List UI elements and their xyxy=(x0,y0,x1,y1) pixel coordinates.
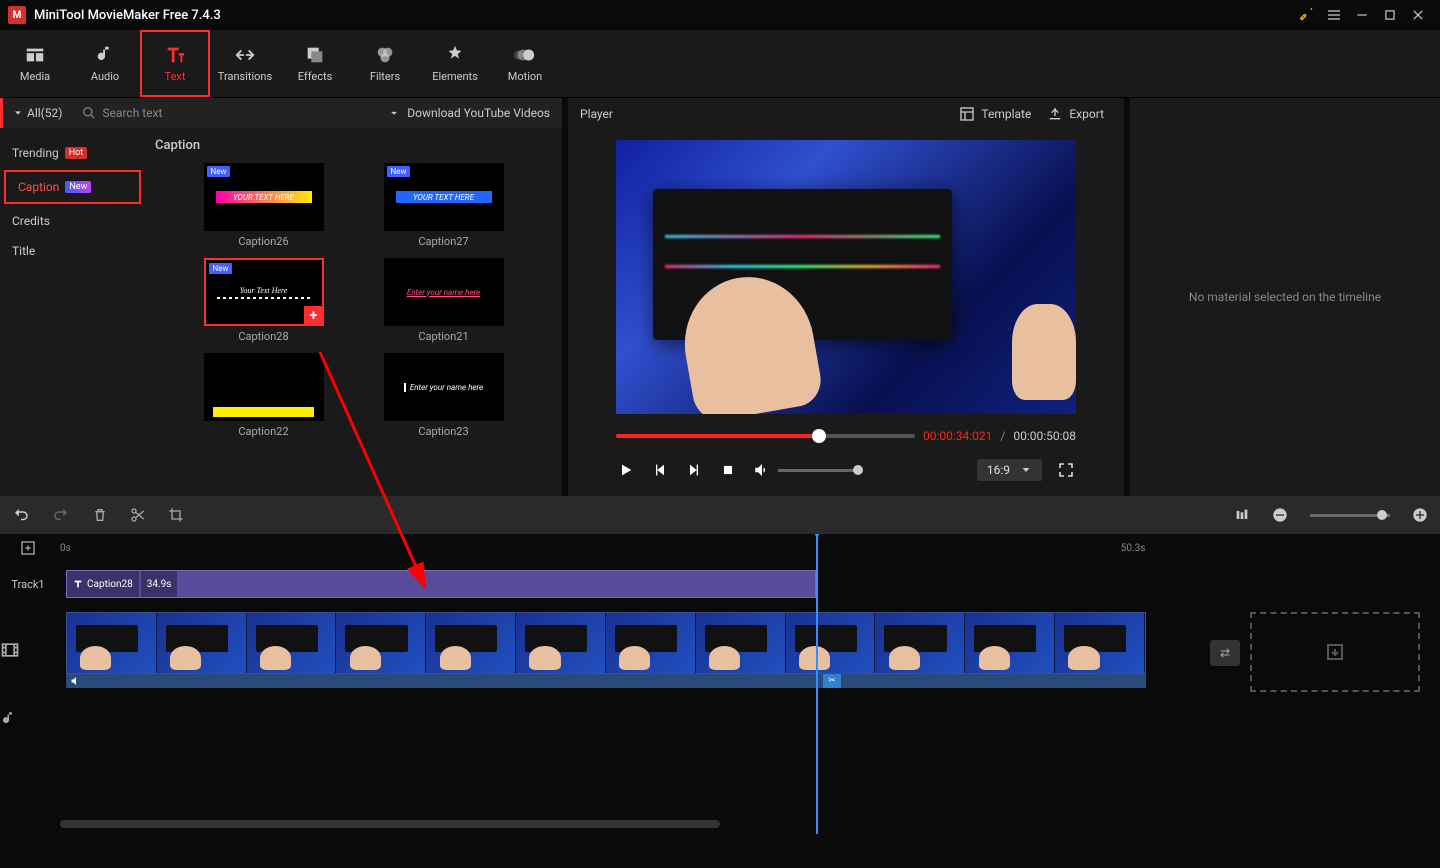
tool-elements[interactable]: Elements xyxy=(420,30,490,97)
menu-icon[interactable] xyxy=(1320,1,1348,29)
properties-panel: No material selected on the timeline xyxy=(1130,98,1440,496)
category-list: TrendingHot CaptionNew Credits Title xyxy=(0,128,145,496)
category-title[interactable]: Title xyxy=(0,236,145,266)
timeline-tick-end: 50.3s xyxy=(1121,543,1146,554)
video-clip[interactable]: ✂ xyxy=(66,612,1146,688)
minimize-button[interactable] xyxy=(1348,1,1376,29)
crop-button[interactable] xyxy=(168,507,184,523)
text-library-panel: All(52) Search text Download YouTube Vid… xyxy=(0,98,562,496)
thumbnails-area: Caption New YOUR TEXT HERE Caption26 New… xyxy=(145,128,562,496)
current-time: 00:00:34:021 xyxy=(923,429,992,443)
thumb-caption27[interactable]: New YOUR TEXT HERE xyxy=(384,163,504,231)
auto-fit-button[interactable] xyxy=(1234,507,1250,523)
maximize-button[interactable] xyxy=(1376,1,1404,29)
title-bar: M MiniTool MovieMaker Free 7.4.3 xyxy=(0,0,1440,30)
download-youtube-button[interactable]: Download YouTube Videos xyxy=(375,106,562,120)
audio-track-icon xyxy=(0,710,56,728)
tool-motion[interactable]: Motion xyxy=(490,30,560,97)
delete-button[interactable] xyxy=(92,507,108,523)
add-to-timeline-button[interactable]: + xyxy=(304,306,324,326)
drop-zone[interactable] xyxy=(1250,612,1420,692)
key-icon[interactable] xyxy=(1292,1,1320,29)
undo-button[interactable] xyxy=(12,506,30,524)
timeline-scrollbar[interactable] xyxy=(60,820,720,828)
tool-media[interactable]: Media xyxy=(0,30,70,97)
category-trending[interactable]: TrendingHot xyxy=(0,138,145,168)
video-preview[interactable]: › xyxy=(616,140,1076,414)
next-button[interactable] xyxy=(684,460,704,480)
video-track-icon xyxy=(0,640,56,660)
main-toolbar: Media Audio Text Transitions Effects Fil… xyxy=(0,30,1440,98)
no-selection-text: No material selected on the timeline xyxy=(1189,290,1381,304)
fullscreen-button[interactable] xyxy=(1056,460,1076,480)
track1-label: Track1 xyxy=(0,578,56,591)
template-button[interactable]: Template xyxy=(951,102,1039,126)
playback-scrubber[interactable]: 00:00:34:021 / 00:00:50:08 xyxy=(616,424,1076,448)
app-logo: M xyxy=(8,6,26,24)
thumb-caption21[interactable]: Enter your name here xyxy=(384,258,504,326)
redo-button[interactable] xyxy=(52,506,70,524)
tool-text[interactable]: Text xyxy=(140,30,210,97)
tool-transitions[interactable]: Transitions xyxy=(210,30,280,97)
stop-button[interactable] xyxy=(718,460,738,480)
zoom-in-button[interactable] xyxy=(1412,507,1428,523)
close-button[interactable] xyxy=(1404,1,1432,29)
prev-button[interactable] xyxy=(650,460,670,480)
thumb-caption26[interactable]: New YOUR TEXT HERE xyxy=(204,163,324,231)
category-caption[interactable]: CaptionNew xyxy=(4,170,141,204)
total-time: 00:00:50:08 xyxy=(1013,429,1076,443)
export-icon xyxy=(1047,106,1063,122)
thumb-caption28[interactable]: New Your Text Here + xyxy=(204,258,324,326)
template-icon xyxy=(959,106,975,122)
aspect-ratio-dropdown[interactable]: 16:9 xyxy=(977,459,1042,481)
download-icon xyxy=(387,106,401,120)
zoom-out-button[interactable] xyxy=(1272,507,1288,523)
zoom-slider[interactable] xyxy=(1310,514,1390,517)
category-all-dropdown[interactable]: All(52) xyxy=(3,106,72,120)
search-icon xyxy=(82,106,96,120)
thumb-caption22[interactable] xyxy=(204,353,324,421)
tool-effects[interactable]: Effects xyxy=(280,30,350,97)
timeline-tick-start: 0s xyxy=(60,543,71,554)
thumb-caption23[interactable]: Enter your name here xyxy=(384,353,504,421)
export-button[interactable]: Export xyxy=(1039,102,1112,126)
search-input[interactable]: Search text xyxy=(72,106,375,120)
player-label: Player xyxy=(580,107,613,121)
app-title: MiniTool MovieMaker Free 7.4.3 xyxy=(34,8,221,23)
timeline[interactable]: 0s 50.3s Track1 Caption28 34.9s xyxy=(0,534,1440,834)
volume-slider[interactable] xyxy=(778,469,858,472)
text-clip-caption28[interactable]: Caption28 34.9s xyxy=(66,570,816,598)
audio-icon xyxy=(70,675,82,687)
tool-audio[interactable]: Audio xyxy=(70,30,140,97)
chevron-down-icon xyxy=(1020,464,1032,476)
thumbs-heading: Caption xyxy=(155,138,556,153)
preview-panel: Player Template Export › 00:00:34:021 / … xyxy=(568,98,1124,496)
volume-icon[interactable] xyxy=(752,460,772,480)
play-button[interactable] xyxy=(616,460,636,480)
tool-filters[interactable]: Filters xyxy=(350,30,420,97)
split-button[interactable] xyxy=(130,507,146,523)
split-marker[interactable]: ✂ xyxy=(823,674,841,688)
add-track-button[interactable] xyxy=(0,540,56,556)
timeline-toolbar xyxy=(0,496,1440,534)
playhead[interactable] xyxy=(816,534,818,834)
swap-button[interactable]: ⇄ xyxy=(1210,640,1240,666)
category-credits[interactable]: Credits xyxy=(0,206,145,236)
